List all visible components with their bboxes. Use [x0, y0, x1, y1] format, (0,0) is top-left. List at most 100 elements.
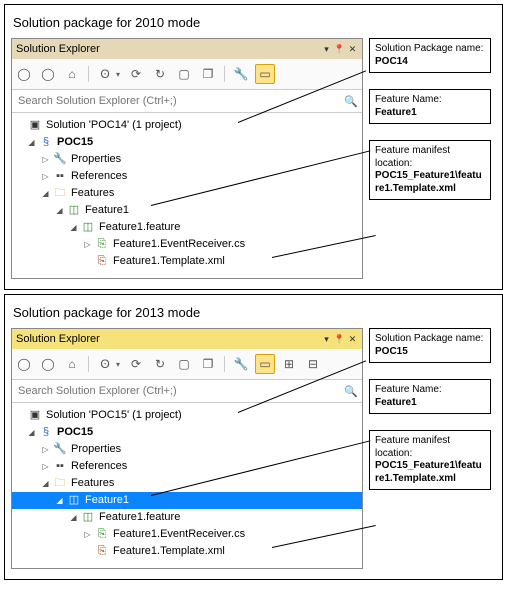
- callouts: Solution Package name: POC15 Feature Nam…: [363, 328, 496, 506]
- references-node[interactable]: ▷ ▪▪ References: [12, 168, 362, 185]
- feature-file-icon: ◫: [80, 221, 96, 235]
- search-input[interactable]: [16, 94, 344, 108]
- expander-icon[interactable]: ▷: [40, 444, 51, 455]
- references-icon: ▪▪: [52, 170, 68, 184]
- separator: [88, 356, 89, 372]
- dropdown-icon[interactable]: ▾: [321, 44, 332, 55]
- cs-file-node[interactable]: ▷ ⎘ Feature1.EventReceiver.cs: [12, 526, 362, 543]
- window-titlebar: Solution Explorer ▾ 📍 ✕: [12, 39, 362, 59]
- feature1-node[interactable]: ◢ ◫ Feature1: [12, 492, 362, 509]
- expander-icon[interactable]: ▷: [82, 529, 93, 540]
- callout-manifest-location: Feature manifest location: POC15_Feature…: [369, 140, 491, 200]
- show-all-button[interactable]: ▢: [174, 354, 194, 374]
- callout-feature-name: Feature Name: Feature1: [369, 89, 491, 124]
- collapse-button[interactable]: ↻: [150, 354, 170, 374]
- dropdown-icon[interactable]: ▾: [321, 334, 332, 345]
- extra-button-1[interactable]: ⊞: [279, 354, 299, 374]
- panel-2010: Solution package for 2010 mode Solution …: [4, 4, 503, 290]
- expander-icon[interactable]: ◢: [54, 205, 65, 216]
- panel-title: Solution package for 2010 mode: [13, 15, 496, 30]
- back-button[interactable]: ◯: [14, 64, 34, 84]
- sync-icon[interactable]: ʘ: [95, 354, 115, 374]
- search-icon[interactable]: 🔍: [344, 95, 358, 108]
- copy-button[interactable]: ❐: [198, 64, 218, 84]
- xml-file-node[interactable]: ⎘ Feature1.Template.xml: [12, 253, 362, 270]
- solution-node[interactable]: ▣ Solution 'POC15' (1 project): [12, 407, 362, 424]
- feature-icon: ◫: [66, 494, 82, 508]
- forward-button[interactable]: ◯: [38, 354, 58, 374]
- expander-icon[interactable]: ◢: [40, 188, 51, 199]
- features-node[interactable]: ◢ 🗀 Features: [12, 475, 362, 492]
- expander-icon[interactable]: ◢: [68, 222, 79, 233]
- toolbar: ◯ ◯ ⌂ ʘ▾ ⟳ ↻ ▢ ❐ 🔧 ▭ ⊞ ⊟: [12, 349, 362, 380]
- collapse-button[interactable]: ↻: [150, 64, 170, 84]
- solution-icon: ▣: [27, 409, 43, 423]
- feature1-node[interactable]: ◢ ◫ Feature1: [12, 202, 362, 219]
- search-icon[interactable]: 🔍: [344, 385, 358, 398]
- close-icon[interactable]: ✕: [347, 334, 358, 345]
- forward-button[interactable]: ◯: [38, 64, 58, 84]
- close-icon[interactable]: ✕: [347, 44, 358, 55]
- references-icon: ▪▪: [52, 460, 68, 474]
- refresh-button[interactable]: ⟳: [126, 64, 146, 84]
- project-icon: §: [38, 136, 54, 150]
- folder-icon: 🗀: [52, 477, 68, 491]
- solution-icon: ▣: [27, 119, 43, 133]
- home-button[interactable]: ⌂: [62, 64, 82, 84]
- cs-file-node[interactable]: ▷ ⎘ Feature1.EventReceiver.cs: [12, 236, 362, 253]
- window-title: Solution Explorer: [16, 333, 319, 345]
- home-button[interactable]: ⌂: [62, 354, 82, 374]
- refresh-button[interactable]: ⟳: [126, 354, 146, 374]
- expander-icon[interactable]: ▷: [82, 239, 93, 250]
- expander-icon[interactable]: ◢: [68, 512, 79, 523]
- preview-button[interactable]: ▭: [255, 354, 275, 374]
- extra-button-2[interactable]: ⊟: [303, 354, 323, 374]
- pin-icon[interactable]: 📍: [334, 44, 345, 55]
- solution-explorer: Solution Explorer ▾ 📍 ✕ ◯ ◯ ⌂ ʘ▾ ⟳ ↻ ▢ ❐…: [11, 38, 363, 279]
- project-icon: §: [38, 426, 54, 440]
- chevron-down-icon[interactable]: ▾: [116, 70, 122, 79]
- xml-file-node[interactable]: ⎘ Feature1.Template.xml: [12, 543, 362, 560]
- feature-file-node[interactable]: ◢ ◫ Feature1.feature: [12, 509, 362, 526]
- window-title: Solution Explorer: [16, 43, 319, 55]
- pin-icon[interactable]: 📍: [334, 334, 345, 345]
- copy-button[interactable]: ❐: [198, 354, 218, 374]
- callout-solution-name: Solution Package name: POC14: [369, 38, 491, 73]
- sync-icon[interactable]: ʘ: [95, 64, 115, 84]
- solution-label: Solution 'POC14' (1 project): [46, 117, 182, 134]
- window-titlebar: Solution Explorer ▾ 📍 ✕: [12, 329, 362, 349]
- solution-node[interactable]: ▣ Solution 'POC14' (1 project): [12, 117, 362, 134]
- feature-file-node[interactable]: ◢ ◫ Feature1.feature: [12, 219, 362, 236]
- xml-file-icon: ⎘: [94, 545, 110, 559]
- solution-explorer: Solution Explorer ▾ 📍 ✕ ◯ ◯ ⌂ ʘ▾ ⟳ ↻ ▢ ❐…: [11, 328, 363, 569]
- expander-icon[interactable]: ▷: [40, 461, 51, 472]
- references-node[interactable]: ▷ ▪▪ References: [12, 458, 362, 475]
- project-node[interactable]: ◢ § POC15: [12, 424, 362, 441]
- expander-icon[interactable]: ◢: [26, 427, 37, 438]
- xml-file-icon: ⎘: [94, 255, 110, 269]
- separator: [224, 66, 225, 82]
- project-node[interactable]: ◢ § POC15: [12, 134, 362, 151]
- wrench-icon: 🔧: [52, 443, 68, 457]
- search-input[interactable]: [16, 384, 344, 398]
- solution-label: Solution 'POC15' (1 project): [46, 407, 182, 424]
- expander-icon[interactable]: ◢: [26, 137, 37, 148]
- show-all-button[interactable]: ▢: [174, 64, 194, 84]
- callout-manifest-location: Feature manifest location: POC15_Feature…: [369, 430, 491, 490]
- callouts: Solution Package name: POC14 Feature Nam…: [363, 38, 496, 216]
- back-button[interactable]: ◯: [14, 354, 34, 374]
- expander-icon[interactable]: ▷: [40, 154, 51, 165]
- expander-icon[interactable]: ◢: [40, 478, 51, 489]
- expander-icon[interactable]: ◢: [54, 495, 65, 506]
- expander-icon[interactable]: ▷: [40, 171, 51, 182]
- csharp-file-icon: ⎘: [94, 528, 110, 542]
- properties-button[interactable]: 🔧: [231, 64, 251, 84]
- preview-button[interactable]: ▭: [255, 64, 275, 84]
- properties-button[interactable]: 🔧: [231, 354, 251, 374]
- chevron-down-icon[interactable]: ▾: [116, 360, 122, 369]
- wrench-icon: 🔧: [52, 153, 68, 167]
- features-node[interactable]: ◢ 🗀 Features: [12, 185, 362, 202]
- callout-solution-name: Solution Package name: POC15: [369, 328, 491, 363]
- feature-file-icon: ◫: [80, 511, 96, 525]
- folder-icon: 🗀: [52, 187, 68, 201]
